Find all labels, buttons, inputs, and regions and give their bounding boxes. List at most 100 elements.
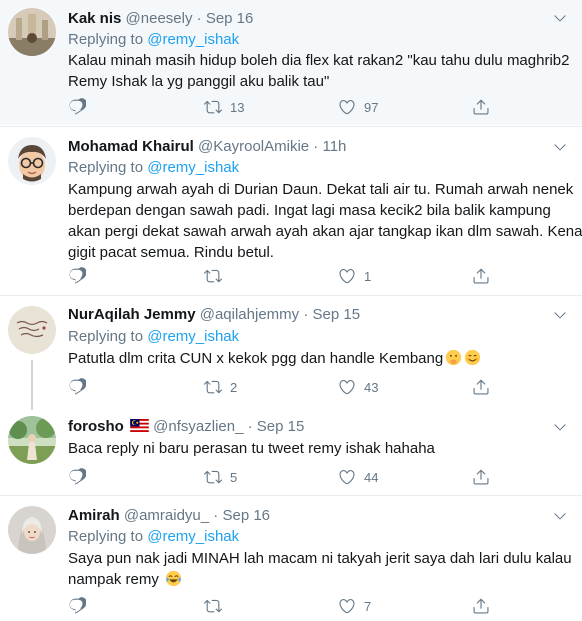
- tweet-text-line: nampak remy: [68, 569, 573, 590]
- tweet-kak-nis[interactable]: Kak nis @neesely · Sep 16 Replying to @r…: [0, 0, 582, 125]
- timestamp[interactable]: Sep 15: [257, 418, 305, 435]
- avatar[interactable]: [8, 8, 56, 56]
- tweet-text-line: Patutla dlm crita CUN x kekok pgg dan ha…: [68, 348, 573, 369]
- caret-down-icon[interactable]: [552, 508, 568, 524]
- reply-button[interactable]: [68, 467, 94, 487]
- replying-prefix: Replying to: [68, 328, 144, 345]
- timestamp[interactable]: Sep 16: [222, 507, 270, 524]
- user-handle[interactable]: @nfsyazlien_: [153, 418, 243, 435]
- retweet-count: 2: [230, 379, 238, 395]
- separator-dot: ·: [213, 507, 219, 524]
- tweet-text-content: Patutla dlm crita CUN x kekok pgg dan ha…: [68, 350, 444, 367]
- like-icon: [338, 597, 356, 615]
- retweet-button[interactable]: [204, 596, 230, 616]
- share-icon: [472, 597, 490, 615]
- caret-down-icon[interactable]: [552, 419, 568, 435]
- user-handle[interactable]: @aqilahjemmy: [200, 306, 299, 323]
- mention-link[interactable]: @remy_ishak: [147, 31, 239, 48]
- tweet-text: Saya pun nak jadi MINAH lah macam ni tak…: [68, 548, 573, 590]
- share-button[interactable]: [472, 97, 490, 117]
- retweet-button[interactable]: 5: [204, 467, 237, 487]
- timestamp[interactable]: Sep 15: [313, 306, 361, 323]
- reply-icon: [68, 98, 86, 116]
- share-icon: [472, 378, 490, 396]
- retweet-button[interactable]: [204, 266, 230, 286]
- separator-dot: ·: [313, 138, 319, 155]
- tweet-mohamad-khairul[interactable]: Mohamad Khairul @KayroolAmikie · 11h Rep…: [0, 127, 582, 295]
- reply-button[interactable]: [68, 266, 94, 286]
- like-count: 1: [364, 268, 372, 284]
- like-button[interactable]: 1: [338, 266, 371, 286]
- avatar[interactable]: [8, 137, 56, 185]
- timestamp[interactable]: Sep 16: [206, 10, 254, 27]
- user-handle[interactable]: @KayroolAmikie: [198, 138, 309, 155]
- caret-down-icon[interactable]: [552, 10, 568, 26]
- share-button[interactable]: [472, 377, 490, 397]
- retweet-icon: [204, 468, 222, 486]
- retweet-button[interactable]: 2: [204, 377, 237, 397]
- retweet-count: 13: [230, 99, 245, 115]
- like-button[interactable]: 44: [338, 467, 378, 487]
- separator-dot: ·: [303, 306, 309, 323]
- tweet-text-content: nampak remy: [68, 571, 159, 588]
- avatar[interactable]: [8, 506, 56, 554]
- timestamp[interactable]: 11h: [322, 138, 346, 155]
- tweet-text-line: Saya pun nak jadi MINAH lah macam ni tak…: [68, 550, 572, 567]
- user-handle[interactable]: @neesely: [126, 10, 193, 27]
- caret-down-icon[interactable]: [552, 139, 568, 155]
- display-name[interactable]: NurAqilah Jemmy: [68, 306, 196, 323]
- tweet-amirah[interactable]: Amirah @amraidyu_ · Sep 16 Replying to @…: [0, 496, 582, 621]
- reply-button[interactable]: [68, 596, 94, 616]
- like-icon: [338, 98, 356, 116]
- user-handle[interactable]: @amraidyu_: [124, 507, 209, 524]
- tweet-header: Kak nis @neesely · Sep 16: [68, 9, 253, 29]
- mention-link[interactable]: @remy_ishak: [147, 328, 239, 345]
- reply-button[interactable]: [68, 377, 94, 397]
- share-icon: [472, 468, 490, 486]
- tweet-text: Kalau minah masih hidup boleh dia flex k…: [68, 50, 573, 92]
- replying-to: Replying to @remy_ishak: [68, 327, 239, 347]
- tweet-text-line: Kampung arwah ayah di Durian Daun. Dekat…: [68, 181, 574, 198]
- retweet-button[interactable]: 13: [204, 97, 244, 117]
- mention-link[interactable]: @remy_ishak: [147, 528, 239, 545]
- tweet-header: forosho @nfsyazlien_ · Sep 15: [68, 417, 304, 437]
- tweet-nuraqilah-jemmy[interactable]: NurAqilah Jemmy @aqilahjemmy · Sep 15 Re…: [0, 296, 582, 406]
- tweet-text-line: berdepan dengan sawah padi. Ingat lagi m…: [68, 202, 551, 219]
- display-name[interactable]: Amirah: [68, 507, 120, 524]
- tweet-text: Baca reply ni baru perasan tu tweet remy…: [68, 438, 573, 459]
- retweet-icon: [204, 378, 222, 396]
- share-button[interactable]: [472, 266, 490, 286]
- thread-connector: [31, 360, 33, 410]
- like-icon: [338, 468, 356, 486]
- malaysia-flag-icon: [130, 419, 149, 432]
- display-name[interactable]: forosho: [68, 418, 124, 435]
- like-button[interactable]: 7: [338, 596, 371, 616]
- like-button[interactable]: 97: [338, 97, 378, 117]
- share-button[interactable]: [472, 467, 490, 487]
- tweet-actions: 13 97: [68, 97, 488, 117]
- replying-prefix: Replying to: [68, 159, 144, 176]
- tweet-text-line: Kalau minah masih hidup boleh dia flex k…: [68, 52, 570, 69]
- avatar[interactable]: [8, 416, 56, 464]
- avatar[interactable]: [8, 306, 56, 354]
- tweet-text-line: Remy Ishak la yg panggil aku balik tau": [68, 73, 330, 90]
- share-button[interactable]: [472, 596, 490, 616]
- tweet-header: NurAqilah Jemmy @aqilahjemmy · Sep 15: [68, 305, 360, 325]
- replying-prefix: Replying to: [68, 528, 144, 545]
- reply-icon: [68, 597, 86, 615]
- like-button[interactable]: 43: [338, 377, 378, 397]
- tweet-actions: 2 43: [68, 377, 488, 397]
- reply-button[interactable]: [68, 97, 94, 117]
- retweet-icon: [204, 267, 222, 285]
- hand-over-mouth-emoji: [446, 349, 462, 366]
- like-count: 44: [364, 469, 379, 485]
- tweet-header: Amirah @amraidyu_ · Sep 16: [68, 506, 270, 526]
- tweet-forosho[interactable]: forosho @nfsyazlien_ · Sep 15 Baca reply…: [0, 408, 582, 495]
- mention-link[interactable]: @remy_ishak: [147, 159, 239, 176]
- display-name[interactable]: Mohamad Khairul: [68, 138, 194, 155]
- like-icon: [338, 267, 356, 285]
- caret-down-icon[interactable]: [552, 307, 568, 323]
- display-name[interactable]: Kak nis: [68, 10, 121, 27]
- separator-dot: ·: [196, 10, 202, 27]
- tweet-actions: 1: [68, 266, 488, 286]
